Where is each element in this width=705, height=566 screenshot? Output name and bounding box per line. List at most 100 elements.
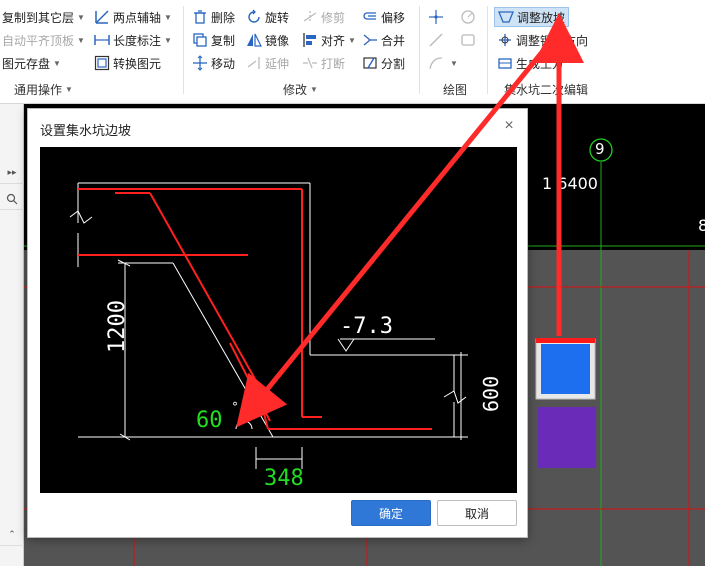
mirror-icon bbox=[246, 32, 262, 48]
offset-label: 348 bbox=[264, 466, 304, 491]
group-label-general: 通用操作 ▼ bbox=[14, 81, 73, 98]
chevron-down-icon: ▼ bbox=[348, 35, 356, 45]
copy-button[interactable]: 复制 bbox=[192, 30, 235, 50]
ok-button[interactable]: 确定 bbox=[351, 500, 431, 526]
adjust-rebar-direction-label: 调整钢筋方向 bbox=[516, 33, 589, 48]
arc-draw-button[interactable]: ▼ bbox=[428, 53, 458, 73]
sump-pit-blue[interactable] bbox=[541, 344, 590, 394]
split-icon bbox=[362, 55, 378, 71]
cancel-button[interactable]: 取消 bbox=[437, 500, 517, 526]
degree-symbol: ° bbox=[232, 400, 238, 414]
group-label-draw: 绘图 bbox=[443, 81, 467, 98]
extend-label: 延伸 bbox=[265, 56, 290, 71]
chevron-down-icon: ▼ bbox=[164, 35, 172, 45]
line-icon bbox=[428, 32, 444, 48]
group-label-pit-text: 集水坑二次编辑 bbox=[504, 83, 589, 97]
group-label-modify-text: 修改 bbox=[283, 83, 308, 97]
delete-button[interactable]: 删除 bbox=[192, 7, 235, 27]
ribbon-divider bbox=[487, 6, 488, 94]
search-icon[interactable] bbox=[0, 188, 24, 210]
set-pit-slope-dialog: 设置集水坑边坡 × 1200 -7.3 600 60 ° 348 确定 取消 bbox=[27, 108, 528, 538]
slope-icon bbox=[498, 9, 514, 25]
merge-button[interactable]: 合并 bbox=[362, 30, 405, 50]
rotate-button[interactable]: 旋转 bbox=[246, 7, 289, 27]
element-save-button[interactable]: 图元存盘 ▼ bbox=[2, 53, 61, 73]
split-button[interactable]: 分割 bbox=[362, 53, 405, 73]
trash-icon bbox=[192, 9, 208, 25]
offset-icon bbox=[362, 9, 378, 25]
trim-icon bbox=[302, 9, 318, 25]
convert-element-button[interactable]: 转换图元 bbox=[94, 53, 161, 73]
move-icon bbox=[192, 55, 208, 71]
sump-pit-purple[interactable] bbox=[538, 407, 596, 468]
break-button[interactable]: 打断 bbox=[302, 53, 345, 73]
close-icon[interactable]: × bbox=[501, 118, 517, 134]
extend-icon bbox=[246, 55, 262, 71]
point-draw-button[interactable] bbox=[428, 7, 447, 27]
circle-icon bbox=[460, 9, 476, 25]
two-point-axis-button[interactable]: 两点辅轴 ▼ bbox=[94, 7, 172, 27]
elevation-label: -7.3 bbox=[340, 314, 393, 339]
group-label-general-text: 通用操作 bbox=[14, 83, 63, 97]
two-point-axis-label: 两点辅轴 bbox=[113, 10, 162, 25]
copy-to-other-layer-button[interactable]: 复制到其它层 ▼ bbox=[2, 7, 85, 27]
align-button[interactable]: 对齐 ▼ bbox=[302, 30, 356, 50]
mirror-button[interactable]: 镜像 bbox=[246, 30, 289, 50]
align-icon bbox=[302, 32, 318, 48]
chevron-down-icon: ▼ bbox=[450, 58, 458, 68]
group-label-modify: 修改 ▼ bbox=[283, 81, 318, 98]
convert-element-label: 转换图元 bbox=[113, 56, 162, 71]
convert-element-icon bbox=[94, 55, 110, 71]
generate-earth-button[interactable]: 生成土方 bbox=[497, 53, 564, 73]
ribbon-divider bbox=[419, 6, 420, 94]
length-dim-button[interactable]: 长度标注 ▼ bbox=[94, 30, 172, 50]
merge-label: 合并 bbox=[381, 33, 406, 48]
adjust-slope-button[interactable]: 调整放坡 bbox=[494, 7, 570, 27]
chevron-down-icon: ▼ bbox=[77, 35, 85, 45]
trim-label: 修剪 bbox=[321, 10, 346, 25]
expand-panel-icon[interactable]: ▸▸ bbox=[0, 162, 24, 184]
chevron-down-icon: ▼ bbox=[53, 58, 61, 68]
move-button[interactable]: 移动 bbox=[192, 53, 235, 73]
adjust-rebar-direction-button[interactable]: 调整钢筋方向 bbox=[497, 30, 588, 50]
offset-label: 偏移 bbox=[381, 10, 406, 25]
rectangle-icon bbox=[460, 32, 476, 48]
align-label: 对齐 bbox=[321, 33, 346, 48]
generate-earth-label: 生成土方 bbox=[516, 56, 565, 71]
left-panel-strip: ▸▸ ⌃ bbox=[0, 104, 24, 566]
crosshair-icon bbox=[428, 9, 444, 25]
two-point-axis-icon bbox=[94, 9, 110, 25]
arc-icon bbox=[428, 55, 444, 71]
mirror-label: 镜像 bbox=[265, 33, 290, 48]
earthwork-icon bbox=[497, 55, 513, 71]
ribbon-divider bbox=[183, 6, 184, 94]
element-save-label: 图元存盘 bbox=[2, 56, 51, 71]
split-label: 分割 bbox=[381, 56, 406, 71]
depth-label: 1200 bbox=[105, 300, 130, 353]
offset-button[interactable]: 偏移 bbox=[362, 7, 405, 27]
move-label: 移动 bbox=[211, 56, 236, 71]
trim-button[interactable]: 修剪 bbox=[302, 7, 345, 27]
rect-draw-button[interactable] bbox=[460, 30, 479, 50]
rotate-label: 旋转 bbox=[265, 10, 290, 25]
group-label-draw-text: 绘图 bbox=[443, 83, 468, 97]
thickness-label: 600 bbox=[479, 376, 503, 412]
copy-label: 复制 bbox=[211, 33, 236, 48]
line-draw-button[interactable] bbox=[428, 30, 447, 50]
ribbon-toolbar: 复制到其它层 ▼ 自动平齐顶板 ▼ 图元存盘 ▼ 通用操作 ▼ 两点辅轴 ▼ 长… bbox=[0, 0, 705, 104]
auto-flat-top-button[interactable]: 自动平齐顶板 ▼ bbox=[2, 30, 85, 50]
length-dim-label: 长度标注 bbox=[113, 33, 162, 48]
length-dimension-icon bbox=[94, 32, 110, 48]
circle-draw-button[interactable] bbox=[460, 7, 479, 27]
merge-icon bbox=[362, 32, 378, 48]
slope-section-drawing: 1200 -7.3 600 60 ° 348 bbox=[40, 147, 517, 493]
copy-icon bbox=[192, 32, 208, 48]
rotate-icon bbox=[246, 9, 262, 25]
collapse-panel-icon[interactable]: ⌃ bbox=[0, 524, 24, 546]
chevron-down-icon: ▼ bbox=[310, 85, 318, 94]
rebar-direction-icon bbox=[497, 32, 513, 48]
extend-button[interactable]: 延伸 bbox=[246, 53, 289, 73]
break-label: 打断 bbox=[321, 56, 346, 71]
axis-number-label: 9 bbox=[595, 140, 605, 158]
auto-flat-top-label: 自动平齐顶板 bbox=[2, 33, 75, 48]
